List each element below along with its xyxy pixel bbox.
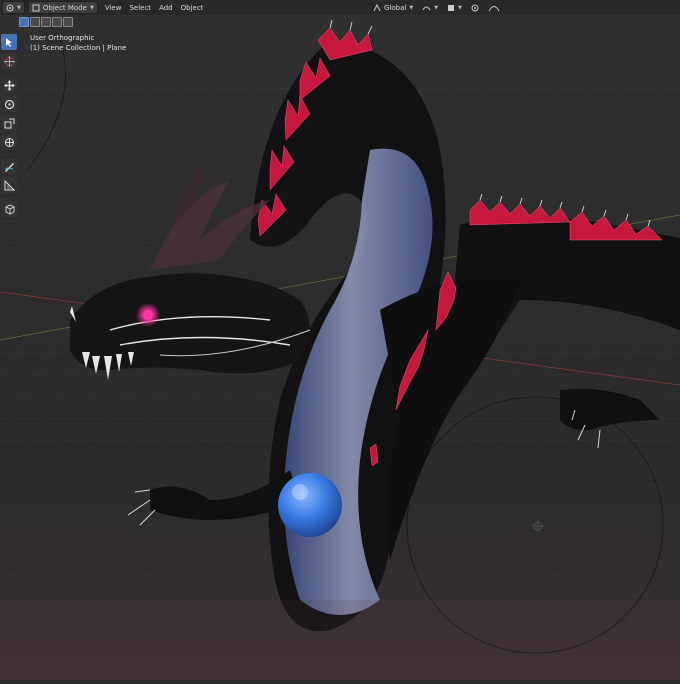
mode-label: Object Mode xyxy=(42,3,87,12)
mode-dropdown[interactable]: Object Mode ▼ xyxy=(27,1,98,14)
collection-label: (1) Scene Collection | Plane xyxy=(30,44,127,52)
proportional-edit-icon xyxy=(471,4,479,11)
select-invert-icon[interactable] xyxy=(52,17,62,27)
viewport-editor-icon xyxy=(6,4,14,11)
chevron-down-icon: ▼ xyxy=(89,4,94,11)
select-box-icon[interactable] xyxy=(1,34,17,50)
add-cube-icon[interactable] xyxy=(1,201,17,217)
snap-icon xyxy=(448,4,455,11)
transform-orientation-dropdown[interactable]: Global ▼ xyxy=(370,2,416,13)
select-new-icon[interactable] xyxy=(19,17,29,27)
falloff-curve-icon xyxy=(488,5,500,11)
glowing-orb xyxy=(278,473,342,537)
editor-type-button[interactable]: ▼ xyxy=(2,1,25,14)
rotate-icon[interactable] xyxy=(1,96,17,112)
annotate-icon[interactable] xyxy=(1,158,17,174)
pivot-icon xyxy=(422,6,431,10)
cursor-icon[interactable] xyxy=(1,53,17,69)
menu-select[interactable]: Select xyxy=(125,4,155,12)
object-mode-icon xyxy=(32,4,40,11)
select-subtract-icon[interactable] xyxy=(41,17,51,27)
chevron-down-icon: ▼ xyxy=(17,4,21,11)
viewport-scene xyxy=(0,0,680,680)
viewport-info-overlay: User Orthographic (1) Scene Collection |… xyxy=(30,33,126,53)
chevron-down-icon: ▼ xyxy=(458,4,462,11)
pivot-point-dropdown[interactable]: ▼ xyxy=(419,2,441,13)
viewport-header: ▼ Object Mode ▼ View Select Add Object G… xyxy=(0,0,680,15)
menu-add[interactable]: Add xyxy=(155,4,177,12)
3d-viewport[interactable] xyxy=(0,0,680,680)
orientation-label: Global xyxy=(384,3,407,12)
proportional-edit-toggle[interactable] xyxy=(468,2,482,13)
transform-icon[interactable] xyxy=(1,134,17,150)
snap-toggle[interactable]: ▼ xyxy=(444,2,465,13)
selection-mode-buttons xyxy=(19,17,74,27)
chevron-down-icon: ▼ xyxy=(409,4,414,11)
move-icon[interactable] xyxy=(1,77,17,93)
menu-object[interactable]: Object xyxy=(177,4,208,12)
scale-icon[interactable] xyxy=(1,115,17,131)
view-label: User Orthographic xyxy=(30,34,95,42)
select-intersect-icon[interactable] xyxy=(63,17,73,27)
orientation-icon xyxy=(373,3,381,11)
menu-view[interactable]: View xyxy=(101,4,126,12)
measure-icon[interactable] xyxy=(1,177,17,193)
select-extend-icon[interactable] xyxy=(30,17,40,27)
chevron-down-icon: ▼ xyxy=(434,4,439,11)
falloff-dropdown[interactable] xyxy=(485,2,503,13)
tool-shelf xyxy=(1,34,19,220)
